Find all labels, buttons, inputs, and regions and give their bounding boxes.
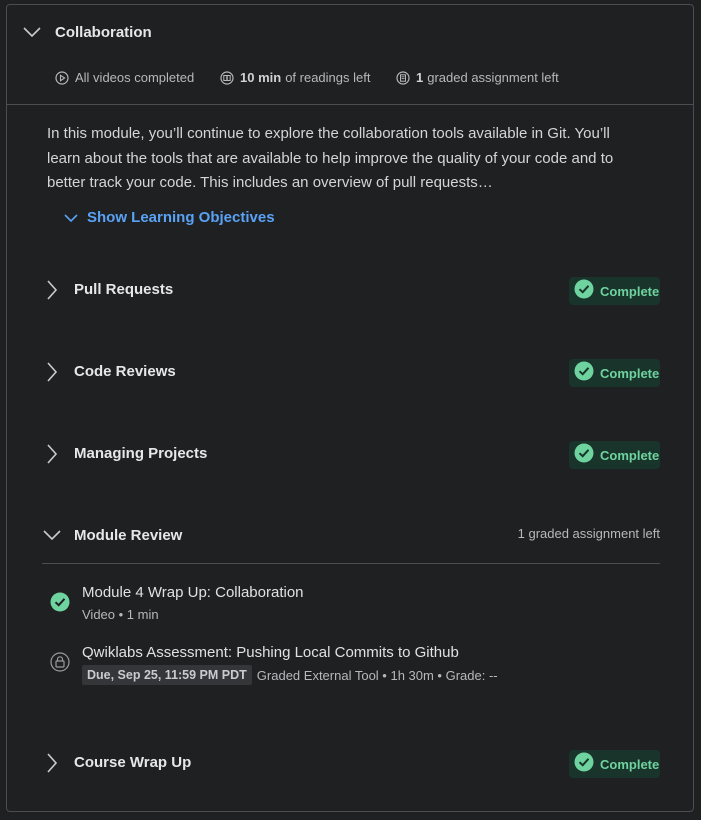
lesson-title[interactable]: Code Reviews	[74, 363, 176, 380]
complete-badge: Complete	[569, 750, 660, 778]
check-circle-icon	[50, 592, 70, 617]
check-circle-icon	[574, 752, 594, 777]
show-learning-objectives-link[interactable]: Show Learning Objectives	[63, 209, 275, 226]
module-description: In this module, you’ll continue to explo…	[47, 125, 614, 191]
play-circle-icon	[55, 70, 69, 85]
chevron-right-icon[interactable]	[45, 752, 59, 774]
readings-status: 10 min of readings left	[220, 70, 370, 85]
header-divider	[7, 104, 694, 105]
review-item-meta: Video • 1 min	[82, 607, 159, 622]
chevron-right-icon[interactable]	[45, 279, 59, 301]
review-item-title[interactable]: Qwiklabs Assessment: Pushing Local Commi…	[82, 644, 459, 661]
chevron-down-icon[interactable]	[42, 528, 62, 542]
graded-text: graded assignment left	[427, 70, 559, 85]
chevron-right-icon[interactable]	[45, 361, 59, 383]
module-review-summary: 1 graded assignment left	[517, 526, 660, 541]
graded-count: 1	[416, 70, 424, 85]
lesson-title[interactable]: Managing Projects	[74, 445, 207, 462]
complete-label: Complete	[600, 283, 660, 299]
chevron-right-icon[interactable]	[45, 443, 59, 465]
chevron-down-icon[interactable]	[22, 25, 42, 39]
lock-icon	[50, 652, 70, 677]
show-learning-objectives-label: Show Learning Objectives	[87, 209, 275, 226]
complete-badge: Complete	[569, 277, 660, 305]
review-item-meta-row: Due, Sep 25, 11:59 PM PDT Graded Externa…	[82, 665, 498, 685]
complete-badge: Complete	[569, 441, 660, 469]
readings-text: of readings left	[285, 70, 371, 85]
review-item-title[interactable]: Module 4 Wrap Up: Collaboration	[82, 584, 304, 601]
complete-label: Complete	[600, 756, 660, 772]
review-divider	[42, 563, 660, 564]
readings-time: 10 min	[240, 70, 282, 85]
videos-status: All videos completed	[55, 70, 194, 85]
check-circle-icon	[574, 361, 594, 386]
assignment-icon	[396, 70, 410, 85]
graded-status: 1 graded assignment left	[396, 70, 559, 85]
complete-badge: Complete	[569, 359, 660, 387]
complete-label: Complete	[600, 365, 660, 381]
book-icon	[220, 70, 234, 85]
due-date-badge: Due, Sep 25, 11:59 PM PDT	[82, 665, 252, 685]
lesson-title[interactable]: Course Wrap Up	[74, 754, 191, 771]
module-review-title[interactable]: Module Review	[74, 527, 182, 544]
module-title[interactable]: Collaboration	[55, 24, 152, 41]
lesson-title[interactable]: Pull Requests	[74, 281, 173, 298]
chevron-down-icon	[63, 212, 79, 224]
check-circle-icon	[574, 279, 594, 304]
complete-label: Complete	[600, 447, 660, 463]
review-item-meta: Graded External Tool • 1h 30m • Grade: -…	[256, 667, 498, 683]
check-circle-icon	[574, 443, 594, 468]
videos-status-text: All videos completed	[75, 70, 195, 85]
